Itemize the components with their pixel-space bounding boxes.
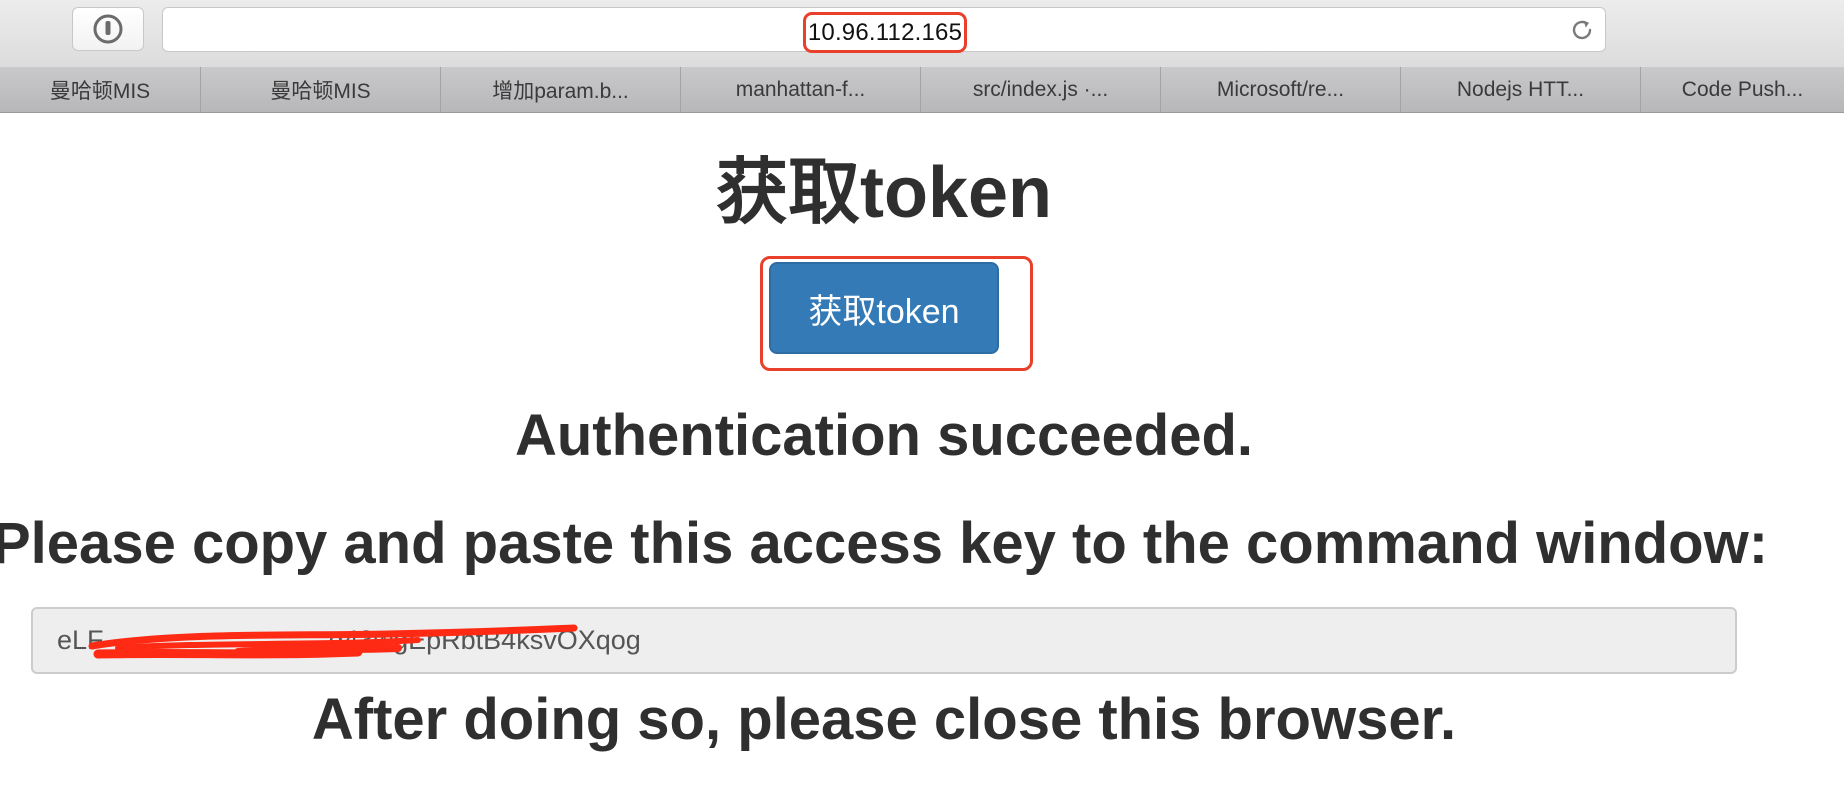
browser-toolbar: 10.96.112.165	[0, 0, 1844, 67]
bookmark-item[interactable]: Code Push...	[1641, 67, 1844, 112]
password-manager-keyhole-icon	[93, 14, 123, 44]
bookmark-item[interactable]: 曼哈顿MIS	[201, 67, 441, 112]
bookmark-item[interactable]: Nodejs HTT...	[1401, 67, 1641, 112]
access-key-field[interactable]	[31, 607, 1737, 674]
auth-success-message: Authentication succeeded.	[514, 403, 1254, 468]
password-manager-button[interactable]	[72, 7, 144, 51]
copy-instruction: Please copy and paste this access key to…	[0, 511, 1769, 576]
url-text[interactable]: 10.96.112.165	[803, 12, 967, 53]
bookmarks-bar: 曼哈顿MIS 曼哈顿MIS 增加param.b... manhattan-f..…	[0, 67, 1844, 113]
bookmark-item[interactable]: src/index.js ·...	[921, 67, 1161, 112]
close-browser-message: After doing so, please close this browse…	[311, 687, 1457, 752]
bookmark-item[interactable]: 曼哈顿MIS	[0, 67, 201, 112]
get-token-button[interactable]: 获取token	[769, 262, 999, 354]
page-title: 获取token	[715, 153, 1053, 233]
bookmark-item[interactable]: Microsoft/re...	[1161, 67, 1401, 112]
bookmark-item[interactable]: 增加param.b...	[441, 67, 681, 112]
reload-icon[interactable]	[1568, 16, 1596, 44]
bookmark-item[interactable]: manhattan-f...	[681, 67, 921, 112]
